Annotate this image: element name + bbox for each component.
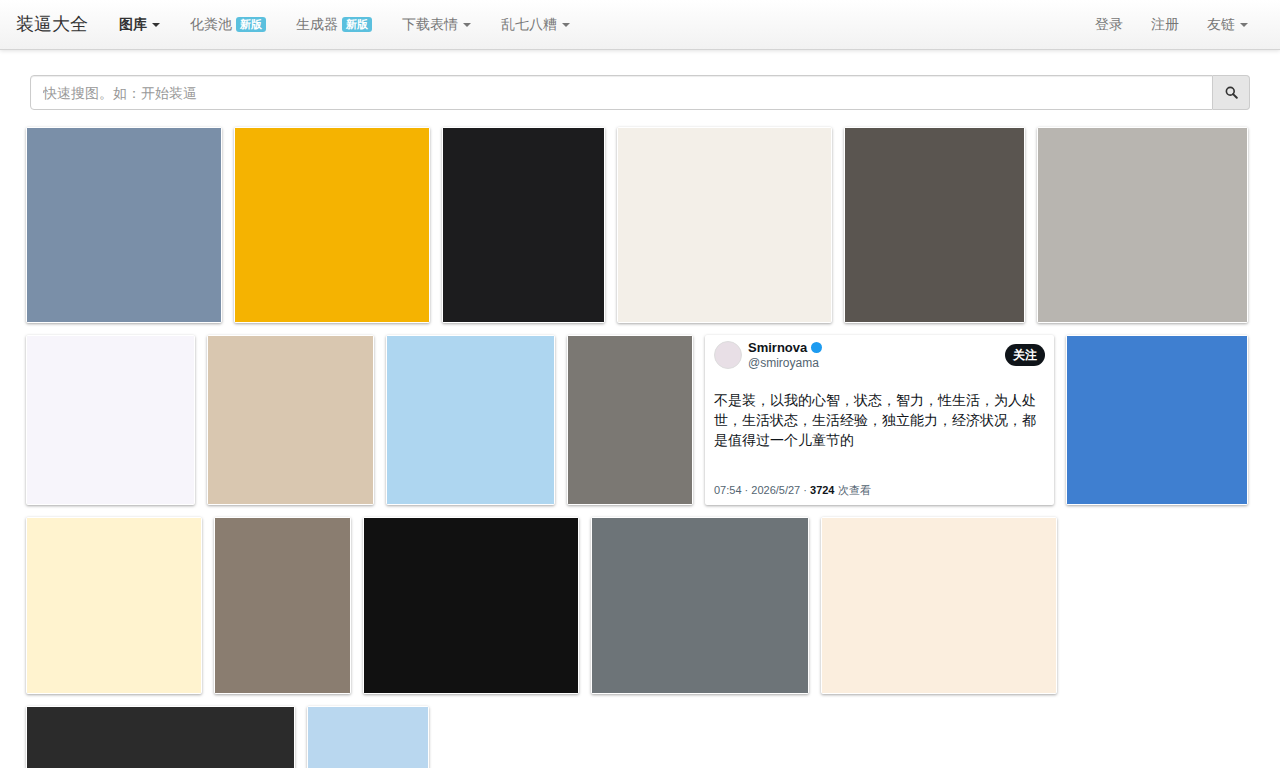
tile-fill — [568, 336, 692, 504]
meme-tile[interactable] — [307, 706, 429, 768]
verified-icon — [811, 342, 822, 353]
nav-left: 装逼大全图库化粪池新版生成器新版下载表情乱七八糟 — [0, 0, 585, 49]
new-badge: 新版 — [236, 17, 266, 32]
meme-tile[interactable] — [591, 517, 809, 694]
tile-fill — [27, 336, 194, 504]
nav-item[interactable]: 生成器新版 — [281, 0, 387, 49]
search-button[interactable] — [1213, 75, 1250, 110]
nav-item[interactable]: 乱七八糟 — [486, 0, 585, 49]
caret-icon — [463, 23, 471, 27]
tile-fill — [1067, 336, 1247, 504]
tile-fill — [308, 707, 428, 768]
follow-button[interactable]: 关注 — [1005, 344, 1045, 366]
nav-label: 友链 — [1207, 14, 1235, 35]
meme-tile[interactable] — [386, 335, 555, 505]
tile-fill — [215, 518, 350, 693]
nav-right-item[interactable]: 登录 — [1081, 0, 1137, 49]
tweet-handle: @smiroyama — [748, 356, 999, 370]
meme-tile[interactable] — [26, 706, 295, 768]
nav-label: 乱七八糟 — [501, 14, 557, 35]
navbar: 装逼大全图库化粪池新版生成器新版下载表情乱七八糟登录注册友链 — [0, 0, 1280, 50]
tile-fill — [592, 518, 808, 693]
tile-fill — [235, 128, 429, 322]
tweet-views: 3724 — [810, 484, 834, 496]
tile-fill — [387, 336, 554, 504]
meme-tile[interactable] — [821, 517, 1057, 694]
nav-item[interactable]: 化粪池新版 — [175, 0, 281, 49]
tile-fill: Smirnova@smiroyama 关注不是装，以我的心智，状态，智力，性生活，… — [706, 336, 1053, 504]
meme-tile[interactable] — [207, 335, 374, 505]
nav-label: 注册 — [1151, 14, 1179, 35]
nav-label: 下载表情 — [402, 14, 458, 35]
meme-tile[interactable] — [26, 335, 195, 505]
tweet-name-line: Smirnova — [748, 340, 999, 356]
search-icon — [1225, 86, 1238, 99]
new-badge: 新版 — [342, 17, 372, 32]
nav-label: 生成器 — [296, 14, 338, 35]
nav-label: 图库 — [119, 14, 147, 35]
nav-item[interactable]: 下载表情 — [387, 0, 486, 49]
tile-fill — [822, 518, 1056, 693]
tile-fill — [1038, 128, 1247, 322]
caret-icon — [1240, 23, 1248, 27]
nav-right: 登录 注册 友链 — [1081, 0, 1280, 49]
gallery-row: Smirnova@smiroyama 关注不是装，以我的心智，状态，智力，性生活，… — [26, 335, 1254, 505]
meme-tile[interactable] — [214, 517, 351, 694]
tweet-meta: 07:54 · 2026/5/27 · 3724 次查看 — [714, 482, 1045, 499]
gallery-row — [26, 517, 1254, 694]
meme-tile[interactable] — [1066, 335, 1248, 505]
tile-fill — [618, 128, 831, 322]
tile-fill — [845, 128, 1024, 322]
meme-tile[interactable] — [234, 127, 430, 323]
tweet-author: Smirnova@smiroyama — [748, 340, 999, 370]
meme-tile[interactable] — [442, 127, 605, 323]
search-bar — [30, 75, 1250, 110]
tweet-header: Smirnova@smiroyama 关注 — [714, 340, 1045, 370]
tweet-text: 不是装，以我的心智，状态，智力，性生活，为人处世，生活状态，生活经验，独立能力，… — [714, 390, 1045, 450]
tile-fill — [27, 707, 294, 768]
meme-tile[interactable] — [363, 517, 579, 694]
search-input[interactable] — [30, 75, 1213, 110]
tweet-name: Smirnova — [748, 340, 807, 356]
nav-item[interactable]: 图库 — [104, 0, 175, 49]
meme-tile[interactable] — [26, 127, 222, 323]
meme-tile[interactable] — [1037, 127, 1248, 323]
meme-tile[interactable] — [567, 335, 693, 505]
gallery-row — [26, 127, 1254, 323]
nav-label: 登录 — [1095, 14, 1123, 35]
tile-fill — [208, 336, 373, 504]
tile-fill — [443, 128, 604, 322]
meme-tile[interactable] — [844, 127, 1025, 323]
caret-icon — [562, 23, 570, 27]
gallery: Smirnova@smiroyama 关注不是装，以我的心智，状态，智力，性生活，… — [0, 127, 1280, 768]
meme-tile[interactable] — [617, 127, 832, 323]
nav-right-item[interactable]: 友链 — [1193, 0, 1262, 49]
avatar-icon — [714, 341, 742, 369]
tile-fill — [364, 518, 578, 693]
meme-tile[interactable] — [26, 517, 202, 694]
tile-fill — [27, 518, 201, 693]
tile-fill — [27, 128, 221, 322]
tweet-time: 07:54 · 2026/5/27 · — [714, 484, 810, 496]
nav-right-item[interactable]: 注册 — [1137, 0, 1193, 49]
caret-icon — [152, 23, 160, 27]
brand-logo[interactable]: 装逼大全 — [0, 11, 104, 38]
tweet-card[interactable]: Smirnova@smiroyama 关注不是装，以我的心智，状态，智力，性生活，… — [705, 335, 1054, 505]
tweet-views-label: 次查看 — [835, 484, 871, 496]
nav-label: 化粪池 — [190, 14, 232, 35]
gallery-row — [26, 706, 1254, 768]
